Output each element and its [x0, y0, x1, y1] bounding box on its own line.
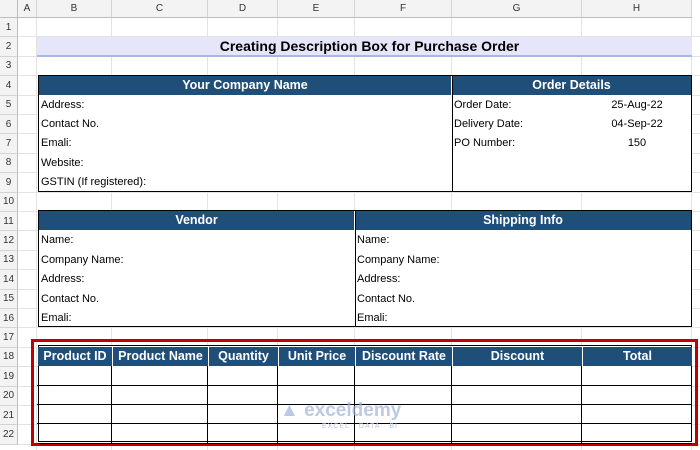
- order-header: Order Details: [452, 76, 691, 95]
- row-header-1[interactable]: 1: [0, 18, 18, 38]
- company-field-label: Website:: [41, 156, 84, 169]
- shipping-field-label: Emali:: [357, 312, 388, 324]
- product-table-cell[interactable]: [112, 405, 208, 425]
- row-header-18[interactable]: 18: [0, 347, 18, 368]
- row-header-6[interactable]: 6: [0, 115, 18, 135]
- row-header-15[interactable]: 15: [0, 289, 18, 309]
- row-header-2[interactable]: 2: [0, 37, 18, 57]
- watermark-name: exceldemy: [304, 400, 402, 421]
- product-table-cell[interactable]: [112, 385, 208, 405]
- company-field-label: Emali:: [41, 137, 72, 150]
- product-table-cell[interactable]: [208, 405, 278, 425]
- row-header-5[interactable]: 5: [0, 95, 18, 115]
- product-column-header: Discount: [453, 346, 583, 366]
- order-field-label: Order Date:: [454, 98, 512, 111]
- product-column-header: Total: [583, 346, 693, 366]
- row-header-17[interactable]: 17: [0, 328, 18, 348]
- sheet-title: Creating Description Box for Purchase Or…: [37, 37, 692, 57]
- product-table-cell[interactable]: [208, 385, 278, 405]
- shipping-field-label: Company Name:: [357, 253, 440, 266]
- column-header-A[interactable]: A: [18, 0, 37, 18]
- vendor-field-label: Name:: [41, 234, 74, 247]
- vendor-field-label: Address:: [41, 273, 85, 286]
- row-header-10[interactable]: 10: [0, 192, 18, 212]
- select-all-corner[interactable]: [0, 0, 18, 18]
- row-header-4[interactable]: 4: [0, 76, 18, 96]
- product-table-cell[interactable]: [112, 366, 208, 386]
- shipping-field-label: Name:: [357, 234, 390, 247]
- product-table-cell[interactable]: [208, 424, 278, 444]
- order-field-value[interactable]: 25-Aug-22: [582, 96, 692, 115]
- product-table-cell[interactable]: [452, 405, 582, 425]
- row-header-11[interactable]: 11: [0, 212, 18, 232]
- product-table-cell[interactable]: [112, 424, 208, 444]
- vendor-header: Vendor: [39, 211, 355, 230]
- company-field-label: Contact No.: [41, 118, 100, 130]
- row-header-13[interactable]: 13: [0, 250, 18, 271]
- row-header-14[interactable]: 14: [0, 270, 18, 290]
- row-header-19[interactable]: 19: [0, 367, 18, 387]
- column-header-G[interactable]: G: [452, 0, 582, 18]
- product-table-cell[interactable]: [37, 385, 112, 405]
- row-header-8[interactable]: 8: [0, 153, 18, 174]
- product-table-cell[interactable]: [37, 424, 112, 444]
- product-table-cell[interactable]: [37, 366, 112, 386]
- product-column-header: Quantity: [209, 346, 279, 366]
- column-header-B[interactable]: B: [37, 0, 112, 18]
- shipping-field-label: Address:: [357, 273, 401, 286]
- company-header: Your Company Name: [39, 76, 452, 95]
- product-table-cell[interactable]: [582, 405, 692, 425]
- row-header-20[interactable]: 20: [0, 386, 18, 406]
- product-column-header: Product ID: [38, 346, 113, 366]
- row-header-21[interactable]: 21: [0, 406, 18, 426]
- row-header-12[interactable]: 12: [0, 231, 18, 251]
- vendor-field-label: Emali:: [41, 312, 72, 324]
- order-field-label: Delivery Date:: [454, 118, 524, 130]
- row-header-9[interactable]: 9: [0, 173, 18, 193]
- product-table-cell[interactable]: [208, 366, 278, 386]
- company-field-label: Address:: [41, 98, 85, 111]
- shipping-header: Shipping Info: [355, 211, 691, 230]
- watermark-tagline: EXCEL · DATA · BI: [322, 423, 398, 430]
- product-table-cell[interactable]: [278, 366, 355, 386]
- order-field-value[interactable]: 04-Sep-22: [582, 115, 692, 134]
- column-header-H[interactable]: H: [582, 0, 692, 18]
- product-table-cell[interactable]: [582, 366, 692, 386]
- product-table-cell[interactable]: [452, 385, 582, 405]
- product-table-cell[interactable]: [355, 366, 452, 386]
- exceldemy-watermark: ▲ exceldemy: [280, 400, 402, 421]
- order-field-value[interactable]: 150: [582, 134, 692, 153]
- vendor-field-label: Company Name:: [41, 253, 124, 266]
- product-column-header: Discount Rate: [356, 346, 453, 366]
- column-header-F[interactable]: F: [355, 0, 452, 18]
- product-table-cell[interactable]: [452, 366, 582, 386]
- product-table-cell[interactable]: [582, 424, 692, 444]
- product-column-header: Unit Price: [279, 346, 356, 366]
- row-header-22[interactable]: 22: [0, 425, 18, 445]
- order-field-label: PO Number:: [454, 137, 516, 150]
- company-field-label: GSTIN (If registered):: [41, 176, 147, 189]
- row-header-16[interactable]: 16: [0, 309, 18, 329]
- column-header-C[interactable]: C: [112, 0, 208, 18]
- product-table-cell[interactable]: [37, 405, 112, 425]
- product-table-cell[interactable]: [452, 424, 582, 444]
- column-header-D[interactable]: D: [208, 0, 278, 18]
- row-header-3[interactable]: 3: [0, 56, 18, 77]
- column-header-E[interactable]: E: [278, 0, 355, 18]
- product-column-header: Product Name: [113, 346, 209, 366]
- vendor-field-label: Contact No.: [41, 292, 100, 305]
- row-header-7[interactable]: 7: [0, 134, 18, 154]
- shipping-field-label: Contact No.: [357, 292, 416, 305]
- product-table-cell[interactable]: [582, 386, 692, 405]
